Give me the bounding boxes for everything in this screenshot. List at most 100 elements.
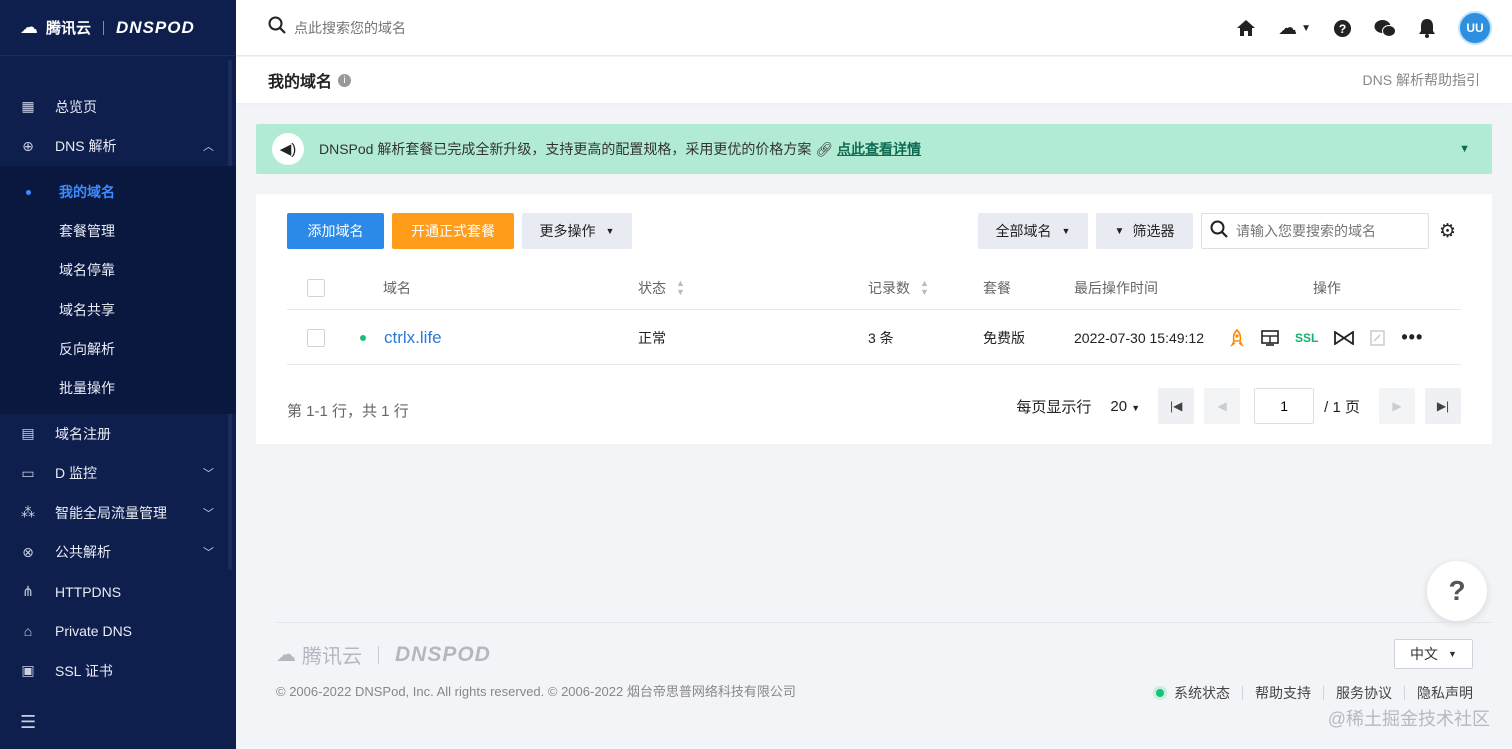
- first-page-button[interactable]: |◀: [1158, 388, 1195, 424]
- notice-expand-icon[interactable]: ▼: [1459, 143, 1470, 155]
- global-search-input[interactable]: [294, 19, 594, 36]
- ssl-icon[interactable]: SSL: [1295, 331, 1318, 345]
- sidebar-item-label: 反向解析: [59, 340, 115, 357]
- more-actions-dropdown[interactable]: 更多操作 ▼: [522, 213, 632, 249]
- next-page-button[interactable]: ▶: [1379, 388, 1415, 424]
- info-icon[interactable]: i: [338, 73, 352, 87]
- sidebar-item-reverse-dns[interactable]: 反向解析: [0, 329, 236, 368]
- logo-brand: 腾讯云: [46, 20, 92, 37]
- all-domains-dropdown[interactable]: 全部域名 ▼: [978, 213, 1088, 249]
- sidebar-item-d-monitor[interactable]: ▭ D 监控 ﹀: [0, 453, 236, 493]
- note-icon[interactable]: [1370, 329, 1386, 346]
- sidebar-item-domain-parking[interactable]: 域名停靠: [0, 251, 236, 290]
- caret-down-icon: ▼: [1061, 226, 1071, 236]
- home-icon[interactable]: [1236, 19, 1256, 37]
- footer-link-service-agreement[interactable]: 服务协议: [1336, 683, 1392, 703]
- language-select[interactable]: 中文 ▼: [1394, 639, 1473, 669]
- rocket-icon[interactable]: [1229, 328, 1245, 347]
- sidebar-item-label: 总览页: [55, 98, 97, 115]
- per-page-label: 每页显示行: [1016, 398, 1092, 416]
- caret-down-icon: ▼: [605, 226, 615, 236]
- sidebar-item-dns[interactable]: ⊕ DNS 解析 ︿: [0, 127, 236, 167]
- notice-text: DNSPod 解析套餐已完成全新升级，支持更高的配置规格，采用更优的价格方案 🔗…: [319, 139, 921, 159]
- sidebar-item-traffic-management[interactable]: ⁂ 智能全局流量管理 ﹀: [0, 493, 236, 533]
- row-checkbox[interactable]: [307, 328, 325, 347]
- sidebar-item-label: 域名注册: [55, 425, 111, 442]
- help-guide-link[interactable]: DNS 解析帮助指引: [1363, 70, 1480, 90]
- footer-link-privacy[interactable]: 隐私声明: [1417, 683, 1473, 703]
- domain-cell: ctrlx.life: [360, 311, 442, 364]
- footer-logo-divider: [378, 645, 379, 664]
- sidebar-item-plan-management[interactable]: 套餐管理: [0, 211, 236, 250]
- chevron-down-icon: ﹀: [203, 507, 214, 520]
- sidebar-item-private-dns[interactable]: ⌂ Private DNS: [0, 611, 236, 651]
- domain-link[interactable]: ctrlx.life: [384, 328, 442, 348]
- sidebar-item-domain-sharing[interactable]: 域名共享: [0, 290, 236, 329]
- collapse-menu-icon[interactable]: ☰: [20, 712, 36, 733]
- sidebar: ☁ 腾讯云 DNSPOD ▦ 总览页 ⊕ DNS 解析 ︿ 我的域名 套餐管理 …: [0, 0, 236, 749]
- open-plan-button[interactable]: 开通正式套餐: [392, 213, 514, 249]
- table-header: 域名 状态 ▲ ▼ 记录数 ▲ ▼ 套餐 最后操作时间 操作: [287, 266, 1461, 310]
- per-page-select[interactable]: 20 ▼: [1110, 398, 1140, 415]
- public-dns-icon: ⊗: [22, 543, 34, 560]
- sidebar-item-my-domains[interactable]: 我的域名: [0, 172, 236, 211]
- filter-button[interactable]: ▼ 筛选器: [1096, 213, 1193, 249]
- last-page-button[interactable]: ▶|: [1425, 388, 1461, 424]
- page-title: 我的域名: [268, 74, 333, 91]
- bell-icon[interactable]: [1418, 18, 1436, 38]
- sidebar-item-httpdns[interactable]: ⋔ HTTPDNS: [0, 572, 236, 612]
- speaker-icon: ◀): [272, 133, 304, 165]
- sidebar-menu: ▦ 总览页 ⊕ DNS 解析 ︿ 我的域名 套餐管理 域名停靠 域名共享 反向解…: [0, 87, 236, 690]
- copyright-text: © 2006-2022 DNSPod, Inc. All rights rese…: [276, 684, 796, 699]
- col-status[interactable]: 状态 ▲ ▼: [638, 266, 685, 309]
- col-status-label: 状态: [638, 279, 666, 296]
- sidebar-item-label: HTTPDNS: [55, 583, 122, 600]
- records-cell: 3 条: [868, 329, 894, 346]
- dashboard-icon: ▦: [21, 98, 35, 115]
- caret-down-icon: ▼: [1301, 22, 1311, 34]
- sort-icon: ▲ ▼: [676, 277, 685, 297]
- wechat-icon[interactable]: [1374, 19, 1396, 38]
- gear-icon[interactable]: ⚙: [1439, 220, 1456, 243]
- cloud-menu-icon[interactable]: ☁ ▼: [1278, 17, 1311, 40]
- sidebar-item-label: DNS 解析: [55, 138, 117, 155]
- avatar[interactable]: UU: [1458, 11, 1492, 45]
- footer-link-system-status[interactable]: 系统状态: [1174, 683, 1230, 703]
- sidebar-item-public-dns[interactable]: ⊗ 公共解析 ﹀: [0, 532, 236, 572]
- sidebar-item-label: 域名停靠: [59, 262, 115, 279]
- sidebar-item-batch-operations[interactable]: 批量操作: [0, 368, 236, 407]
- select-all-cell: [307, 266, 325, 309]
- dashboard-panel-icon[interactable]: [1261, 329, 1279, 346]
- row-count-summary: 第 1-1 行，共 1 行: [287, 403, 409, 420]
- caret-down-icon: ▼: [1131, 402, 1141, 413]
- page-number-input[interactable]: [1254, 388, 1315, 424]
- footer-link-help-support[interactable]: 帮助支持: [1255, 683, 1311, 703]
- sidebar-item-ssl[interactable]: ▣ SSL 证书: [0, 651, 236, 691]
- footer-divider: [276, 622, 1492, 623]
- sidebar-item-domain-registration[interactable]: ▤ 域名注册: [0, 414, 236, 454]
- all-domains-label: 全部域名: [995, 223, 1052, 239]
- sidebar-logo[interactable]: ☁ 腾讯云 DNSPOD: [0, 0, 236, 56]
- domain-search-input[interactable]: [1236, 223, 1421, 239]
- filter-icon: ▼: [1114, 225, 1125, 237]
- sidebar-item-overview[interactable]: ▦ 总览页: [0, 87, 236, 127]
- col-actions: 操作: [1313, 279, 1341, 296]
- sidebar-item-label: SSL 证书: [55, 662, 113, 679]
- actions-cell: SSL •••: [1229, 311, 1423, 364]
- floating-help-button[interactable]: ?: [1427, 561, 1487, 621]
- help-icon[interactable]: ?: [1333, 19, 1352, 38]
- page-header: 我的域名 i DNS 解析帮助指引: [236, 57, 1512, 103]
- notice-details-link[interactable]: 点此查看详情: [837, 141, 921, 157]
- sidebar-submenu-dns: 我的域名 套餐管理 域名停靠 域名共享 反向解析 批量操作: [0, 166, 236, 414]
- select-all-checkbox[interactable]: [307, 278, 325, 297]
- link-icon: 🔗︎: [815, 141, 834, 157]
- add-domain-button[interactable]: 添加域名: [287, 213, 384, 249]
- cloud-logo-icon: ☁: [20, 17, 38, 37]
- col-records[interactable]: 记录数 ▲ ▼: [868, 266, 929, 309]
- chevron-down-icon: ﹀: [203, 468, 214, 481]
- prev-page-button[interactable]: ◀: [1204, 388, 1241, 424]
- sort-icon: ▲ ▼: [920, 277, 929, 297]
- footer-link-divider: [1242, 686, 1243, 700]
- bowtie-icon[interactable]: [1334, 330, 1355, 345]
- more-options-icon[interactable]: •••: [1401, 327, 1423, 348]
